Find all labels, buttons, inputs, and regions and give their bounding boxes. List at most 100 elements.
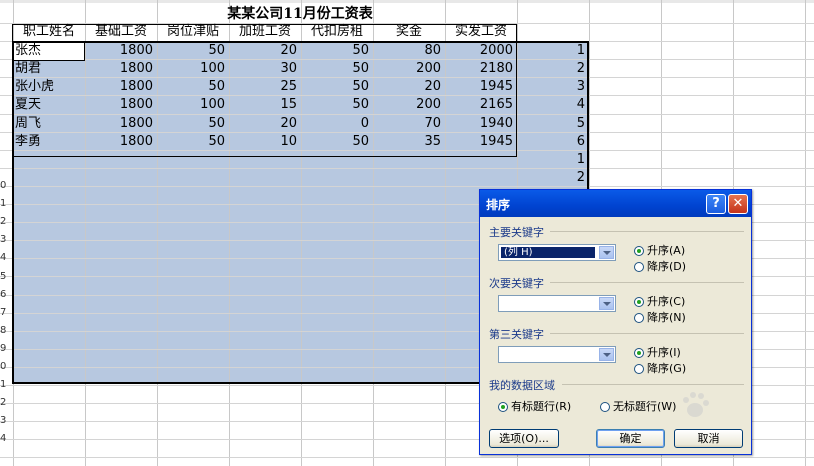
column-header-cell[interactable]: 加班工资 xyxy=(229,23,301,41)
cancel-button[interactable]: 取消 xyxy=(674,429,743,448)
primary-key-select[interactable]: (列 H) xyxy=(498,244,616,261)
table-cell[interactable]: 25 xyxy=(229,78,301,96)
help-button[interactable]: ? xyxy=(706,194,726,214)
table-cell[interactable]: 50 xyxy=(301,60,373,78)
table-cell[interactable]: 80 xyxy=(373,42,445,60)
table-cell[interactable]: 张小虎 xyxy=(13,78,85,96)
close-button[interactable]: ✕ xyxy=(728,194,748,214)
table-cell[interactable]: 15 xyxy=(229,96,301,114)
table-cell[interactable]: 1800 xyxy=(85,42,157,60)
column-header-cell[interactable]: 代扣房租 xyxy=(301,23,373,41)
row-header[interactable]: 2 xyxy=(0,213,10,231)
index-cell[interactable]: 2 xyxy=(517,60,589,78)
table-cell[interactable]: 张杰 xyxy=(13,42,85,60)
table-cell[interactable]: 1945 xyxy=(445,133,517,151)
index-cell[interactable]: 5 xyxy=(517,115,589,133)
row-header[interactable]: 1 xyxy=(0,195,10,213)
row-header[interactable]: 5 xyxy=(0,268,10,286)
primary-desc-radio[interactable]: 降序(D) xyxy=(634,258,686,274)
primary-desc-label: 降序(D) xyxy=(647,260,687,273)
table-cell[interactable]: 胡君 xyxy=(13,60,85,78)
ok-button[interactable]: 确定 xyxy=(596,429,665,448)
table-cell[interactable]: 200 xyxy=(373,96,445,114)
chevron-down-icon[interactable] xyxy=(599,297,614,310)
table-cell[interactable]: 2165 xyxy=(445,96,517,114)
table-cell[interactable]: 1945 xyxy=(445,78,517,96)
row-header[interactable]: 7 xyxy=(0,304,10,322)
table-cell[interactable]: 10 xyxy=(229,133,301,151)
row-header[interactable]: 6 xyxy=(0,286,10,304)
column-header-cell[interactable]: 岗位津贴 xyxy=(157,23,229,41)
column-header-cell[interactable]: 职工姓名 xyxy=(13,23,85,41)
table-cell[interactable]: 35 xyxy=(373,133,445,151)
secondary-desc-radio[interactable]: 降序(N) xyxy=(634,309,686,325)
table-cell[interactable]: 100 xyxy=(157,60,229,78)
index-cell[interactable]: 1 xyxy=(517,151,589,169)
column-header-cell[interactable]: 基础工资 xyxy=(85,23,157,41)
row-header[interactable]: 4 xyxy=(0,249,10,267)
index-cell[interactable]: 3 xyxy=(517,78,589,96)
third-desc-radio[interactable]: 降序(G) xyxy=(634,360,686,376)
row-header[interactable]: 8 xyxy=(0,322,10,340)
table-cell[interactable]: 1800 xyxy=(85,96,157,114)
table-cell[interactable]: 100 xyxy=(157,96,229,114)
table-cell[interactable]: 50 xyxy=(157,133,229,151)
table-cell[interactable]: 1940 xyxy=(445,115,517,133)
row-header[interactable]: 4 xyxy=(0,430,10,448)
sheet-title: 某某公司11月份工资表 xyxy=(227,6,373,22)
index-cell[interactable]: 1 xyxy=(517,42,589,60)
row-header[interactable]: 3 xyxy=(0,231,10,249)
row-header[interactable]: 3 xyxy=(0,412,10,430)
table-cell[interactable]: 夏天 xyxy=(13,96,85,114)
table-cell[interactable]: 50 xyxy=(157,115,229,133)
third-key-select[interactable] xyxy=(498,346,616,363)
row-header[interactable]: 0 xyxy=(0,358,10,376)
table-cell[interactable]: 70 xyxy=(373,115,445,133)
table-cell[interactable]: 1800 xyxy=(85,133,157,151)
table-cell[interactable]: 李勇 xyxy=(13,133,85,151)
dialog-title-bar[interactable]: 排序 ? ✕ xyxy=(480,190,751,217)
secondary-asc-radio[interactable]: 升序(C) xyxy=(634,293,685,309)
secondary-key-select[interactable] xyxy=(498,295,616,312)
table-cell[interactable]: 1800 xyxy=(85,60,157,78)
radio-unchecked-icon xyxy=(634,262,644,272)
table-cell[interactable]: 1800 xyxy=(85,115,157,133)
table-cell[interactable]: 0 xyxy=(301,115,373,133)
table-cell[interactable]: 50 xyxy=(301,133,373,151)
divider xyxy=(562,384,744,385)
options-button[interactable]: 选项(O)... xyxy=(489,429,559,448)
row-header[interactable]: 9 xyxy=(0,340,10,358)
divider xyxy=(550,282,744,283)
paw-watermark-icon xyxy=(683,392,709,417)
table-cell[interactable]: 50 xyxy=(157,78,229,96)
table-cell[interactable]: 20 xyxy=(229,42,301,60)
row-header[interactable]: 2 xyxy=(0,394,10,412)
primary-asc-label: 升序(A) xyxy=(647,244,686,257)
index-cell[interactable]: 2 xyxy=(517,169,589,187)
no-header-radio[interactable]: 无标题行(W) xyxy=(600,398,676,414)
table-cell[interactable]: 周飞 xyxy=(13,115,85,133)
primary-asc-radio[interactable]: 升序(A) xyxy=(634,242,685,258)
column-header-cell[interactable]: 奖金 xyxy=(373,23,445,41)
index-cell[interactable]: 4 xyxy=(517,96,589,114)
index-cell[interactable]: 6 xyxy=(517,133,589,151)
table-cell[interactable]: 2180 xyxy=(445,60,517,78)
table-cell[interactable]: 20 xyxy=(373,78,445,96)
dialog-title: 排序 xyxy=(486,198,511,212)
table-cell[interactable]: 20 xyxy=(229,115,301,133)
table-cell[interactable]: 200 xyxy=(373,60,445,78)
table-cell[interactable]: 30 xyxy=(229,60,301,78)
table-cell[interactable]: 2000 xyxy=(445,42,517,60)
table-cell[interactable]: 50 xyxy=(301,42,373,60)
row-header[interactable]: 0 xyxy=(0,177,10,195)
chevron-down-icon[interactable] xyxy=(599,246,614,259)
row-header[interactable]: 1 xyxy=(0,376,10,394)
has-header-radio[interactable]: 有标题行(R) xyxy=(498,398,571,414)
chevron-down-icon[interactable] xyxy=(599,348,614,361)
third-asc-radio[interactable]: 升序(I) xyxy=(634,344,681,360)
table-cell[interactable]: 50 xyxy=(157,42,229,60)
table-cell[interactable]: 1800 xyxy=(85,78,157,96)
column-header-cell[interactable]: 实发工资 xyxy=(445,23,517,41)
table-cell[interactable]: 50 xyxy=(301,78,373,96)
table-cell[interactable]: 50 xyxy=(301,96,373,114)
